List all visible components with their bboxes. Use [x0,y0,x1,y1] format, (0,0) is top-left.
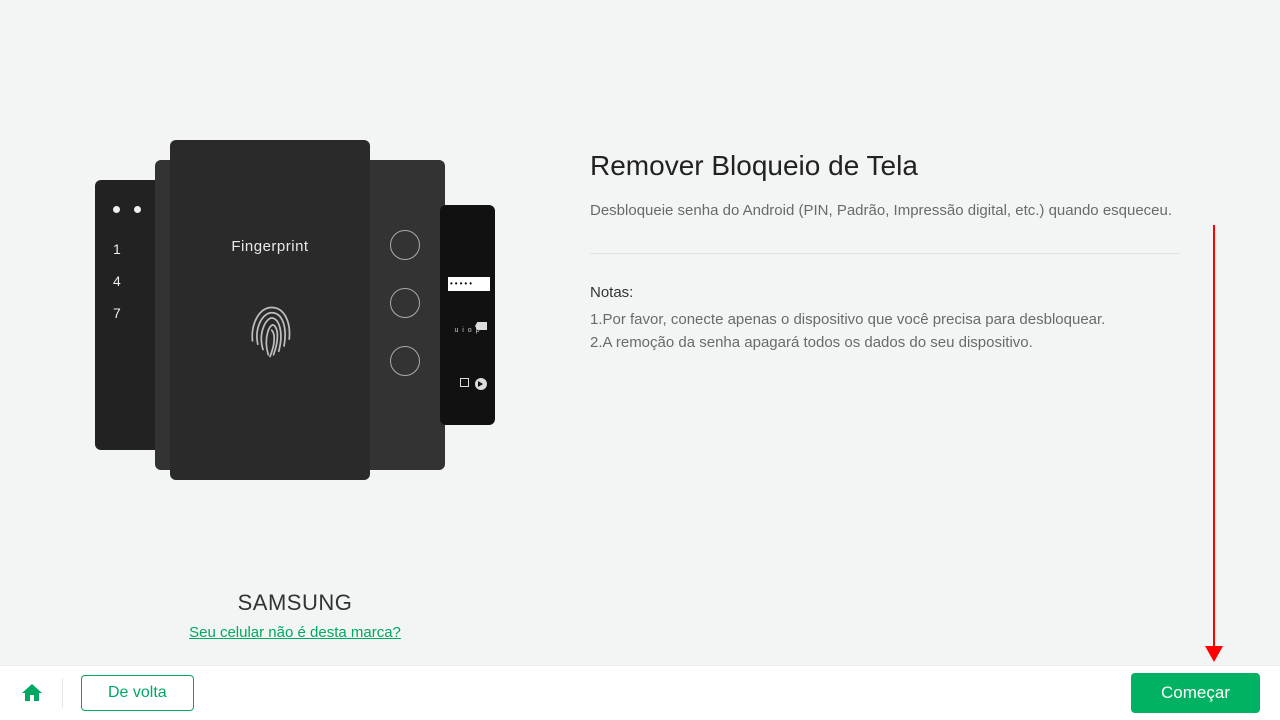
notes-heading: Notas: [590,284,1180,301]
square-icon [460,378,469,387]
pin-key-7: 7 [113,305,153,321]
phone-fingerprint: Fingerprint [170,140,370,480]
pin-key-4: 4 [113,273,153,289]
note-2: 2.A remoção da senha apagará todos os da… [590,334,1180,351]
divider [590,253,1180,254]
fingerprint-icon [242,297,298,367]
phone-password: ••••• u i o p [440,205,495,425]
attention-arrow-icon [1213,225,1215,660]
back-button[interactable]: De volta [81,675,194,711]
pin-key-1: 1 [113,241,153,257]
page-title: Remover Bloqueio de Tela [590,150,1180,182]
device-brand: SAMSUNG [238,590,353,616]
note-1: 1.Por favor, conecte apenas o dispositiv… [590,311,1180,328]
footer-bar: De volta Começar [0,665,1280,720]
footer-separator [62,678,63,708]
password-field: ••••• [448,277,490,291]
arrow-right-icon [475,378,487,390]
home-icon [20,681,44,705]
change-brand-link[interactable]: Seu celular não é desta marca? [189,624,401,641]
home-button[interactable] [20,681,44,705]
lock-type-illustration: 1 4 7 ••••• u i o p Fingerprint [95,140,495,510]
backspace-icon [475,322,487,330]
page-description: Desbloqueie senha do Android (PIN, Padrã… [590,200,1180,223]
start-button[interactable]: Começar [1131,673,1260,713]
fingerprint-label: Fingerprint [231,238,308,255]
phone-pattern [365,160,445,470]
